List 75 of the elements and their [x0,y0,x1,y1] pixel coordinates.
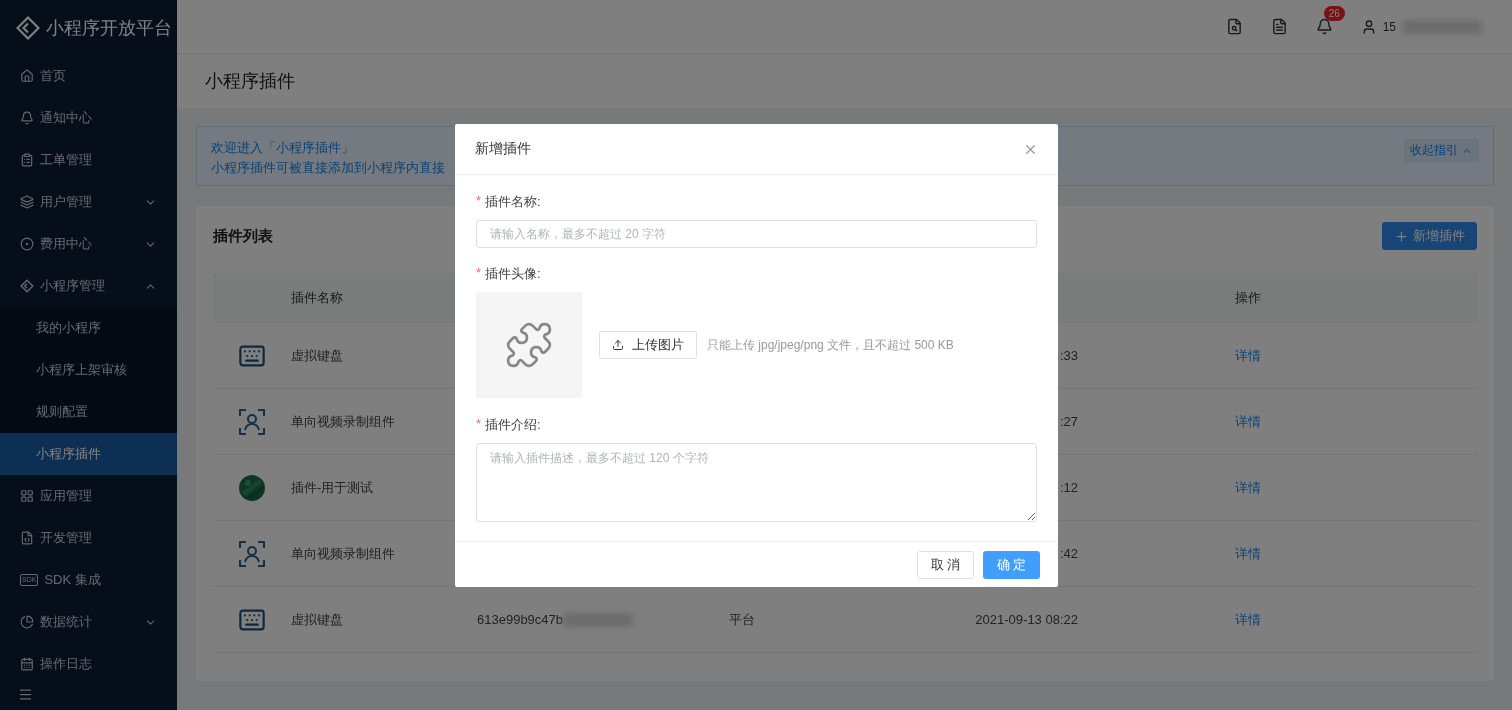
details-link[interactable]: 详情 [1235,346,1477,365]
upload-hint: 只能上传 jpg/jpeg/png 文件，且不超过 500 KB [707,336,954,354]
description-input[interactable]: 请输入插件描述，最多不超过 120 个字符 [476,443,1037,522]
guide-text: 欢迎进入「小程序插件」 [211,139,355,157]
required-mark: * [476,416,482,433]
field-label: 插件头像: [485,265,541,283]
calendar-icon [20,657,34,671]
table-cell-text: :42 [1058,546,1078,561]
coin-icon [20,237,34,251]
diamond-icon [20,279,34,293]
details-link[interactable]: 详情 [1235,478,1477,497]
sidebar-item[interactable]: 通知中心 [0,97,177,139]
sidebar-item[interactable]: 小程序管理 [0,265,177,307]
person-frame-icon [239,408,265,435]
add-plugin-button[interactable]: 新增插件 [1382,222,1477,250]
bell-icon[interactable] [1315,18,1333,35]
upload-button[interactable]: 上传图片 [599,331,697,359]
document-icon[interactable] [1270,18,1288,35]
user-name: 15 [1382,19,1396,34]
grid-icon [20,489,34,503]
table-cell-text: 插件-用于测试 [291,478,375,497]
guide-text: 小程序插件可被直接添加到小程序内直接 [211,159,445,177]
sidebar-item[interactable]: 规则配置 [0,391,177,433]
table-cell-text: 单向视频录制组件 [291,412,396,431]
sidebar-item[interactable]: 操作日志 [0,643,177,685]
details-link[interactable]: 详情 [1235,412,1477,431]
required-mark: * [476,265,482,282]
sidebar-item[interactable]: 开发管理 [0,517,177,559]
confirm-button[interactable]: 确 定 [983,550,1040,579]
person-frame-icon [239,540,265,567]
table-cell-text: :27 [1058,414,1078,429]
sidebar-item[interactable]: 工单管理 [0,139,177,181]
card-title: 插件列表 [213,226,273,246]
layers-icon [20,195,34,209]
app-title: 小程序开放平台 [46,16,172,40]
table-cell-text: 2021-09-13 08:22 [974,612,1078,627]
bell-icon [20,111,34,125]
table-cell-text: :33 [1058,348,1078,363]
document-search-icon[interactable] [1225,18,1243,35]
column-header: 操作 [1235,289,1262,307]
required-mark: * [476,193,482,210]
puzzle-icon [504,320,554,370]
dialog-title: 新增插件 [475,140,531,158]
sidebar-item[interactable]: 我的小程序 [0,307,177,349]
clipboard-icon [20,153,34,167]
upload-icon [612,339,624,351]
sidebar-item[interactable]: 数据统计 [0,601,177,643]
column-header: 插件名称 [291,289,344,307]
table-cell-text: 平台 [729,610,756,629]
pie-chart-icon [20,615,34,629]
code-icon [20,531,34,545]
page-title: 小程序插件 [205,70,295,93]
menu-icon[interactable] [18,686,33,702]
field-label: 插件介绍: [485,416,541,434]
logo-icon [16,15,40,40]
sidebar-item[interactable]: 小程序上架审核 [0,349,177,391]
name-input[interactable]: 请输入名称，最多不超过 20 字符 [476,220,1037,248]
sidebar-item[interactable]: 费用中心 [0,223,177,265]
details-link[interactable]: 详情 [1235,610,1477,629]
collapse-guide-button[interactable]: 收起指引 [1404,139,1479,162]
details-link[interactable]: 详情 [1235,544,1477,563]
sidebar-item[interactable]: 应用管理 [0,475,177,517]
table-cell-text: 虚拟键盘 [291,346,344,365]
sidebar-item[interactable]: 首页 [0,55,177,97]
table-cell-text: :12 [1058,480,1078,495]
table-cell: 613e99b9c47b [477,612,729,627]
table-cell-text: 单向视频录制组件 [291,544,396,563]
sidebar-item[interactable]: 小程序插件 [0,433,177,475]
table-cell-text: 虚拟键盘 [291,610,344,629]
sidebar-item[interactable]: 用户管理 [0,181,177,223]
notification-badge: 26 [1323,6,1345,21]
field-label: 插件名称: [485,193,541,211]
cancel-button[interactable]: 取 消 [917,550,974,579]
home-icon [20,69,34,83]
plus-icon [1394,228,1409,244]
